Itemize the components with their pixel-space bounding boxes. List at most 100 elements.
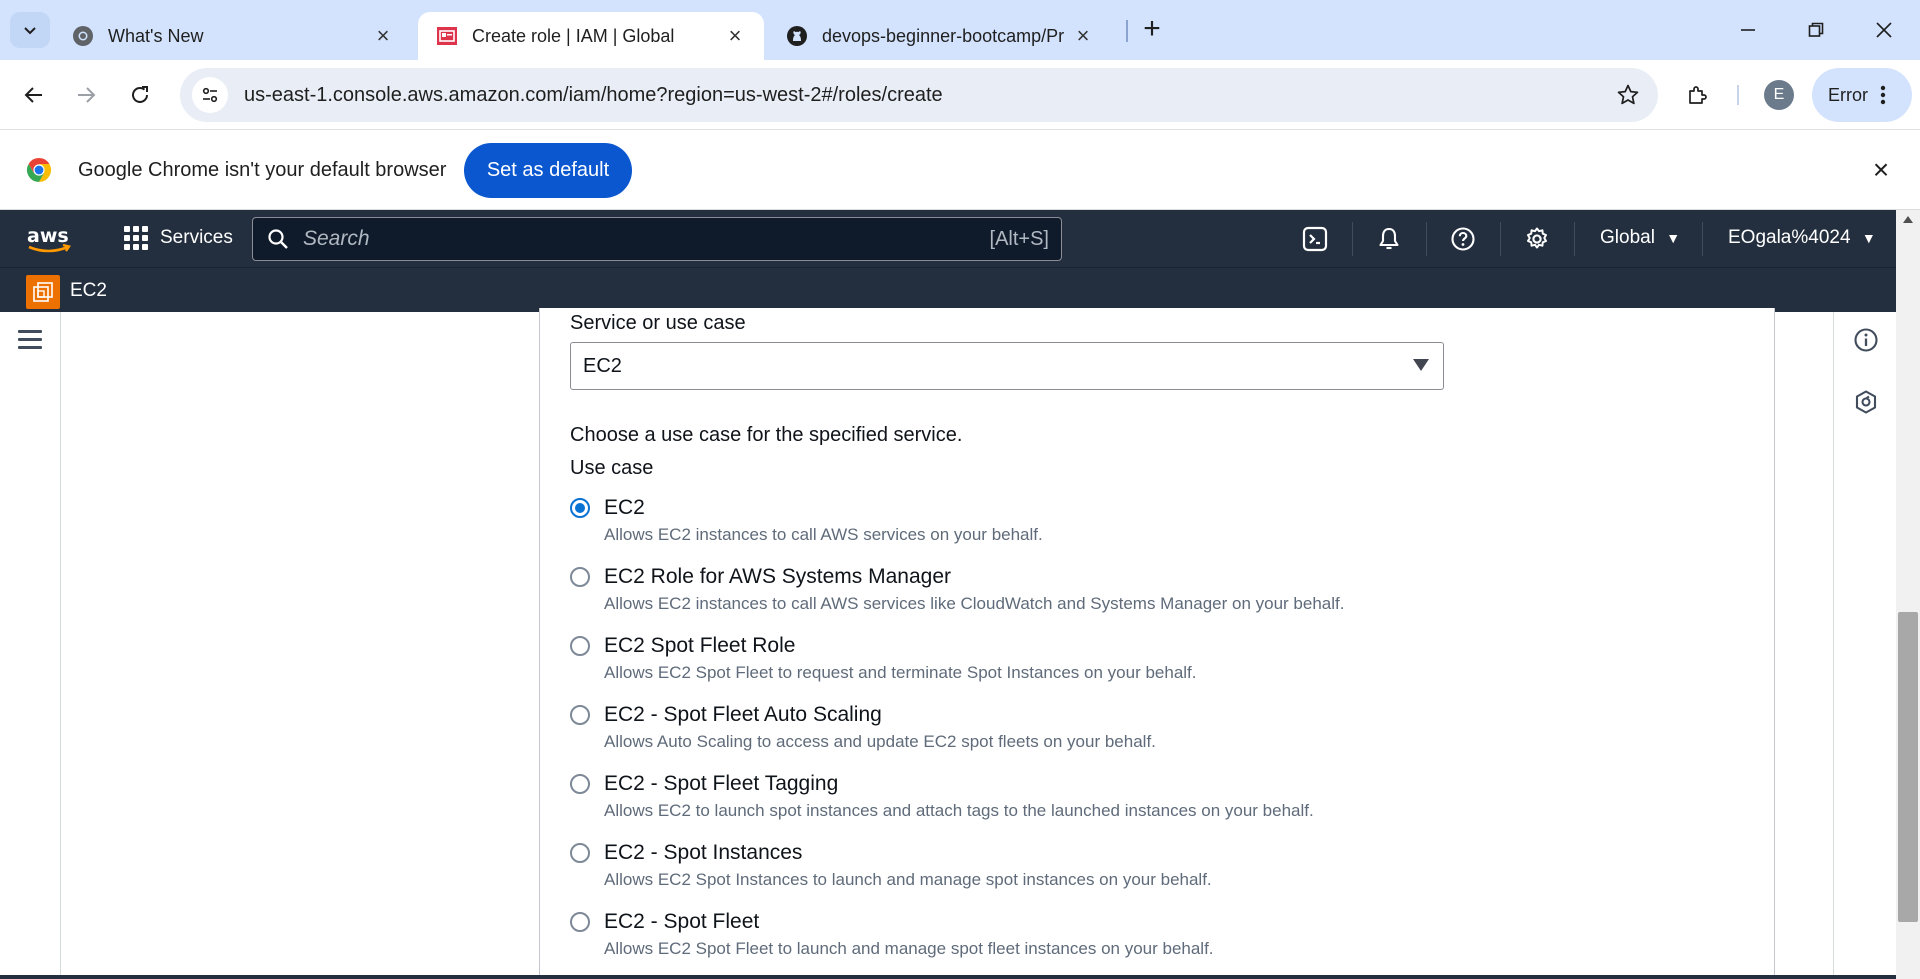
option-title: EC2 Role for AWS Systems Manager bbox=[604, 565, 952, 588]
bookmark-button[interactable] bbox=[1608, 75, 1648, 115]
scrollbar-thumb[interactable] bbox=[1898, 612, 1918, 922]
nav-separator bbox=[1702, 222, 1703, 256]
restore-button[interactable] bbox=[1788, 10, 1844, 50]
iam-icon bbox=[437, 27, 457, 45]
option-description: Allows Auto Scaling to access and update… bbox=[604, 732, 1156, 751]
search-icon bbox=[268, 229, 288, 249]
github-icon bbox=[787, 26, 807, 46]
new-tab-button[interactable]: + bbox=[1136, 14, 1168, 46]
option-description: Allows EC2 to launch spot instances and … bbox=[604, 801, 1314, 820]
service-or-use-case-label: Service or use case bbox=[570, 312, 746, 334]
service-favorites-bar: EC2 bbox=[0, 267, 1896, 312]
use-case-option-spot-instances[interactable]: EC2 - Spot Instances Allows EC2 Spot Ins… bbox=[570, 841, 1470, 897]
option-title: EC2 bbox=[604, 496, 645, 519]
radio-button[interactable] bbox=[570, 705, 590, 725]
ec2-service-link[interactable]: EC2 bbox=[70, 280, 107, 302]
radio-button[interactable] bbox=[570, 843, 590, 863]
region-label: Global bbox=[1600, 227, 1655, 248]
option-description: Allows EC2 instances to call AWS service… bbox=[604, 525, 1043, 544]
account-label: EOgala%4024 bbox=[1728, 227, 1851, 248]
cloudshell-button[interactable] bbox=[1300, 224, 1330, 254]
service-select[interactable]: EC2 bbox=[570, 342, 1444, 390]
use-case-option-spot-fleet-role[interactable]: EC2 Spot Fleet Role Allows EC2 Spot Flee… bbox=[570, 634, 1470, 690]
notifications-button[interactable] bbox=[1374, 224, 1404, 254]
set-as-default-button[interactable]: Set as default bbox=[464, 143, 632, 198]
window-close-button[interactable] bbox=[1856, 10, 1912, 50]
tab-close-icon[interactable]: × bbox=[724, 23, 746, 48]
profile-error-label: Error bbox=[1828, 84, 1868, 105]
radio-button[interactable] bbox=[570, 912, 590, 932]
tab-close-icon[interactable]: × bbox=[1072, 23, 1094, 48]
settings-button[interactable] bbox=[1522, 224, 1552, 254]
tab-search-button[interactable] bbox=[10, 12, 50, 48]
account-menu[interactable]: EOgala%4024 ▼ bbox=[1728, 227, 1876, 249]
back-button[interactable] bbox=[14, 75, 54, 115]
profile-error-button[interactable]: Error bbox=[1812, 68, 1912, 122]
address-bar[interactable]: us-east-1.console.aws.amazon.com/iam/hom… bbox=[180, 68, 1658, 122]
tab-close-icon[interactable]: × bbox=[372, 23, 394, 48]
option-description: Allows EC2 Spot Fleet to launch and mana… bbox=[604, 939, 1214, 958]
use-case-option-ec2[interactable]: EC2 Allows EC2 instances to call AWS ser… bbox=[570, 496, 1470, 552]
region-selector[interactable]: Global ▼ bbox=[1600, 227, 1680, 249]
scroll-up-icon[interactable] bbox=[1903, 216, 1913, 223]
reload-button[interactable] bbox=[120, 75, 160, 115]
svg-text:aws: aws bbox=[27, 225, 69, 247]
extensions-button[interactable] bbox=[1678, 75, 1718, 115]
tab-title: devops-beginner-bootcamp/Pr bbox=[822, 25, 1065, 46]
radio-button[interactable] bbox=[570, 567, 590, 587]
forward-button[interactable] bbox=[66, 75, 106, 115]
tab-strip: What's New × Create role | IAM | Global … bbox=[0, 0, 1920, 60]
tab-separator bbox=[1126, 20, 1128, 42]
use-case-option-spot-fleet-tagging[interactable]: EC2 - Spot Fleet Tagging Allows EC2 to l… bbox=[570, 772, 1470, 828]
minimize-button[interactable] bbox=[1720, 10, 1776, 50]
menu-icon[interactable] bbox=[18, 330, 42, 350]
help-button[interactable] bbox=[1448, 224, 1478, 254]
use-case-option-spot-fleet[interactable]: EC2 - Spot Fleet Allows EC2 Spot Fleet t… bbox=[570, 910, 1470, 966]
option-title: EC2 - Spot Fleet Auto Scaling bbox=[604, 703, 882, 726]
nav-separator bbox=[1574, 222, 1575, 256]
close-icon bbox=[1876, 22, 1892, 38]
tune-icon bbox=[202, 87, 218, 103]
arrow-left-icon bbox=[24, 87, 42, 103]
tab-whats-new[interactable]: What's New × bbox=[54, 12, 412, 60]
profile-avatar[interactable]: E bbox=[1764, 80, 1794, 110]
aws-logo[interactable]: aws bbox=[26, 222, 74, 256]
search-shortcut: [Alt+S] bbox=[989, 227, 1049, 250]
tab-create-role[interactable]: Create role | IAM | Global × bbox=[418, 12, 764, 60]
radio-button[interactable] bbox=[570, 636, 590, 656]
aws-search-input[interactable]: Search [Alt+S] bbox=[252, 217, 1062, 261]
infobar-close-icon[interactable]: × bbox=[1866, 154, 1896, 185]
caret-down-icon: ▼ bbox=[1861, 230, 1876, 246]
bottom-edge bbox=[0, 975, 1896, 979]
option-title: EC2 - Spot Fleet bbox=[604, 910, 760, 933]
site-info-button[interactable] bbox=[192, 77, 228, 113]
option-description: Allows EC2 instances to call AWS service… bbox=[604, 594, 1345, 613]
ai-assistant-button[interactable] bbox=[1852, 388, 1880, 416]
radio-button[interactable] bbox=[570, 774, 590, 794]
nav-separator bbox=[1500, 222, 1501, 256]
default-browser-infobar: Google Chrome isn't your default browser… bbox=[0, 131, 1920, 210]
ec2-service-icon[interactable] bbox=[26, 275, 60, 309]
chevron-down-icon bbox=[24, 27, 36, 35]
use-case-option-spot-fleet-auto-scaling[interactable]: EC2 - Spot Fleet Auto Scaling Allows Aut… bbox=[570, 703, 1470, 759]
left-rail bbox=[0, 312, 61, 979]
ec2-icon bbox=[33, 282, 53, 302]
option-title: EC2 - Spot Instances bbox=[604, 841, 803, 864]
info-panel-button[interactable] bbox=[1852, 326, 1880, 354]
caret-down-icon: ▼ bbox=[1666, 230, 1681, 246]
option-description: Allows EC2 Spot Fleet to request and ter… bbox=[604, 663, 1197, 682]
caret-down-icon bbox=[1413, 359, 1429, 371]
option-description: Allows EC2 Spot Instances to launch and … bbox=[604, 870, 1212, 889]
services-menu-button[interactable]: Services bbox=[124, 226, 233, 250]
use-case-description: Choose a use case for the specified serv… bbox=[570, 424, 963, 446]
radio-button[interactable] bbox=[570, 498, 590, 518]
tab-title: What's New bbox=[108, 25, 204, 46]
help-icon bbox=[1451, 227, 1475, 251]
tab-github[interactable]: devops-beginner-bootcamp/Pr × bbox=[768, 12, 1112, 60]
browser-toolbar: us-east-1.console.aws.amazon.com/iam/hom… bbox=[0, 60, 1920, 130]
info-icon bbox=[1854, 328, 1878, 352]
reload-icon bbox=[132, 86, 148, 103]
url-text[interactable]: us-east-1.console.aws.amazon.com/iam/hom… bbox=[244, 84, 1608, 107]
use-case-option-ssm[interactable]: EC2 Role for AWS Systems Manager Allows … bbox=[570, 565, 1470, 621]
option-title: EC2 - Spot Fleet Tagging bbox=[604, 772, 839, 795]
